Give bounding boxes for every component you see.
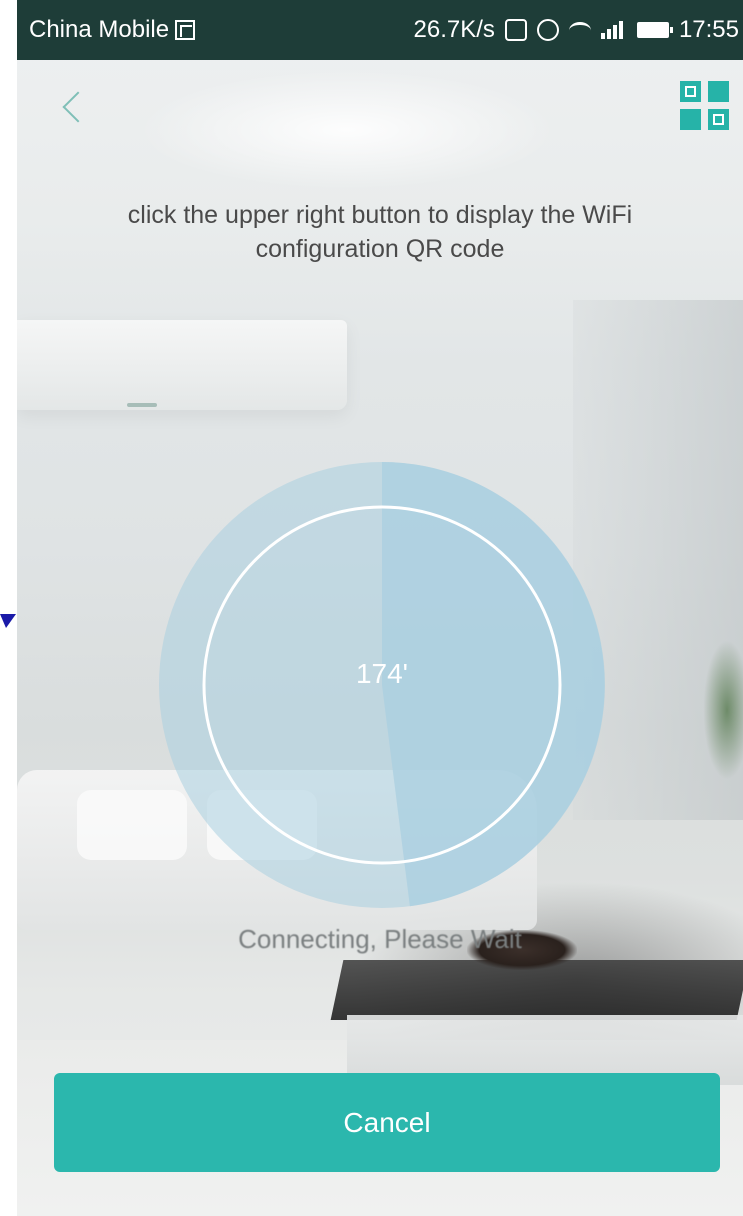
background-ac-unit: [17, 320, 347, 410]
status-right: 26.7K/s 17:55: [414, 0, 739, 60]
carrier-name: China Mobile: [29, 16, 170, 43]
instruction-text: click the upper right button to display …: [127, 201, 633, 263]
sim-icon: [175, 20, 196, 40]
sync-icon: [504, 19, 527, 41]
background-light: [137, 70, 557, 190]
signal-icon: [600, 21, 627, 39]
status-text: Connecting, Please Wait: [238, 924, 522, 954]
qr-code-button[interactable]: [680, 81, 730, 131]
status-bar: China Mobile 26.7K/s 17:55: [17, 0, 743, 60]
clock: 17:55: [678, 16, 739, 43]
alarm-icon: [536, 19, 559, 41]
carrier-group: China Mobile: [29, 16, 196, 44]
progress-dial: 174': [159, 462, 605, 908]
background-plant: [703, 640, 743, 780]
progress-value: 174': [355, 658, 409, 689]
back-button[interactable]: [53, 86, 93, 136]
wifi-icon: [568, 21, 591, 39]
screen: China Mobile 26.7K/s 17:55 click the upp…: [17, 0, 743, 1216]
network-speed: 26.7K/s: [413, 16, 495, 43]
edge-arrow-mark: [0, 614, 16, 628]
battery-icon: [636, 22, 673, 38]
cancel-button[interactable]: Cancel: [54, 1073, 720, 1172]
qr-code-icon: [680, 81, 701, 102]
background-ac-led: [127, 403, 157, 407]
